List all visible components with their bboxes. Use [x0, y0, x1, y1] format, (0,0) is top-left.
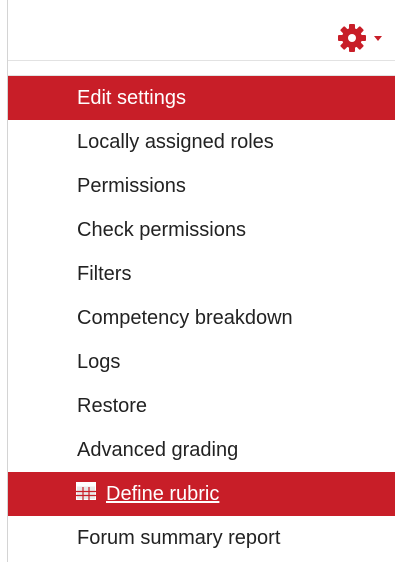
caret-down-icon: [373, 34, 383, 42]
menu-item-label: Forum summary report: [77, 526, 281, 549]
menu-item-forum-summary-report[interactable]: Forum summary report: [8, 516, 395, 560]
menu-item-logs[interactable]: Logs: [8, 340, 395, 384]
menu-item-label: Edit settings: [77, 86, 186, 109]
menu-item-label: Advanced grading: [77, 438, 239, 461]
menu-item-label: Define rubric: [106, 482, 220, 505]
menu-item-permissions[interactable]: Permissions: [8, 164, 395, 208]
rubric-grid-icon: [76, 482, 96, 506]
menu-item-label: Competency breakdown: [77, 306, 293, 329]
menu-item-filters[interactable]: Filters: [8, 252, 395, 296]
menu-item-restore[interactable]: Restore: [8, 384, 395, 428]
menu-item-define-rubric[interactable]: Define rubric: [8, 472, 395, 516]
settings-menu-panel: Edit settings Locally assigned roles Per…: [0, 0, 395, 562]
menu-item-label: Restore: [77, 394, 148, 417]
menu-item-label: Locally assigned roles: [77, 130, 274, 153]
menu-item-label: Filters: [77, 262, 132, 285]
actions-menu-toggle[interactable]: [337, 22, 395, 54]
actions-header: [8, 0, 395, 61]
menu-item-advanced-grading[interactable]: Advanced grading: [8, 428, 395, 472]
menu-item-locally-assigned-roles[interactable]: Locally assigned roles: [8, 120, 395, 164]
menu-item-edit-settings[interactable]: Edit settings: [8, 76, 395, 120]
settings-menu: Edit settings Locally assigned roles Per…: [8, 75, 395, 560]
menu-item-label: Permissions: [77, 174, 186, 197]
menu-item-label: Check permissions: [77, 218, 246, 241]
menu-item-check-permissions[interactable]: Check permissions: [8, 208, 395, 252]
menu-item-competency-breakdown[interactable]: Competency breakdown: [8, 296, 395, 340]
gear-icon: [337, 23, 367, 53]
menu-item-label: Logs: [77, 350, 121, 373]
